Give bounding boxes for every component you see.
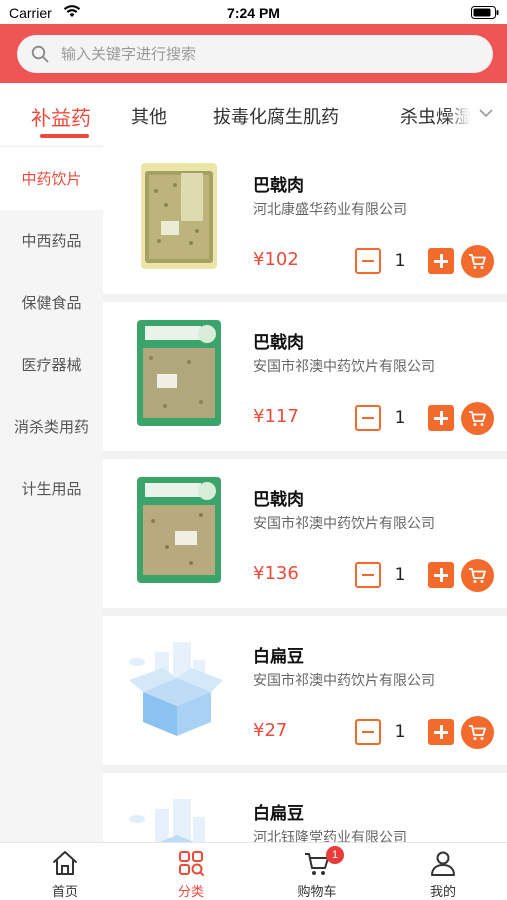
search-icon [31,45,49,63]
active-tab-indicator [40,134,89,138]
product-list[interactable]: 巴戟肉 河北康盛华药业有限公司 ¥102 1 巴戟肉 安国市祁澳中药饮片有限公司… [103,145,507,842]
cart-icon [469,725,486,740]
empty-box-image [115,632,235,742]
cart-icon [469,411,486,426]
nav-home-label: 首页 [51,885,78,900]
product-card[interactable]: 巴戟肉 安国市祁澳中药饮片有限公司 ¥136 1 [103,459,507,608]
sidebar-item-baojian[interactable]: 保健食品 [0,272,103,334]
product-image [141,163,217,269]
decrease-qty-button[interactable] [355,562,381,588]
tab-qita[interactable]: 其他 [131,103,167,129]
sidebar-item-yiliao[interactable]: 医疗器械 [0,334,103,396]
product-manufacturer: 安国市祁澳中药饮片有限公司 [253,516,435,532]
decrease-qty-button[interactable] [355,719,381,745]
product-card[interactable]: 巴戟肉 河北康盛华药业有限公司 ¥102 1 [103,145,507,294]
product-name: 白扁豆 [253,647,304,667]
category-icon [179,851,204,876]
category-tabs: 补益药 其他 拔毒化腐生肌药 杀虫燥湿 [0,83,507,145]
product-manufacturer: 河北康盛华药业有限公司 [253,202,407,218]
nav-category-label: 分类 [177,885,204,900]
quantity-value: 1 [394,565,406,585]
product-card[interactable]: 白扁豆 安国市祁澳中药饮片有限公司 ¥27 1 [103,616,507,765]
tab-badu[interactable]: 拔毒化腐生肌药 [213,103,339,129]
increase-qty-button[interactable] [428,405,454,431]
product-name: 巴戟肉 [253,490,304,510]
increase-qty-button[interactable] [428,248,454,274]
tab-buyi[interactable]: 补益药 [31,102,91,131]
user-icon [431,851,455,876]
sidebar-item-zhongxi[interactable]: 中西药品 [0,210,103,272]
quantity-value: 1 [394,408,406,428]
category-sidebar: 中药饮片 中西药品 保健食品 医疗器械 消杀类用药 计生用品 [0,145,103,842]
nav-mine-label: 我的 [429,885,456,900]
product-price: ¥136 [253,563,299,584]
sidebar-item-jisheng[interactable]: 计生用品 [0,458,103,520]
nav-home[interactable]: 首页 [2,843,128,900]
nav-category[interactable]: 分类 [128,843,254,900]
product-image [137,477,221,583]
increase-qty-button[interactable] [428,562,454,588]
cart-badge: 1 [326,846,344,864]
increase-qty-button[interactable] [428,719,454,745]
home-icon [53,851,77,875]
sidebar-item-zhongyao[interactable]: 中药饮片 [0,148,103,210]
add-to-cart-button[interactable] [461,716,494,749]
decrease-qty-button[interactable] [355,405,381,431]
clock: 7:24 PM [227,5,280,21]
cart-icon [469,568,486,583]
search-bar[interactable] [17,35,493,73]
product-manufacturer: 河北钰隆堂药业有限公司 [253,830,407,842]
product-image [137,320,221,426]
quantity-value: 1 [394,722,406,742]
nav-cart[interactable]: 1 购物车 [254,843,380,900]
empty-box-image [115,789,235,842]
product-manufacturer: 安国市祁澳中药饮片有限公司 [253,359,435,375]
add-to-cart-button[interactable] [461,245,494,278]
add-to-cart-button[interactable] [461,402,494,435]
search-header [0,24,507,83]
product-card[interactable]: 白扁豆 河北钰隆堂药业有限公司 [103,773,507,842]
nav-mine[interactable]: 我的 [380,843,506,900]
tabs-fade [446,83,507,145]
product-name: 白扁豆 [253,804,304,824]
battery-icon [471,6,499,19]
product-price: ¥117 [253,406,299,427]
bottom-nav: 首页 分类 1 购物车 我的 [0,842,507,900]
product-manufacturer: 安国市祁澳中药饮片有限公司 [253,673,435,689]
quantity-value: 1 [394,251,406,271]
product-card[interactable]: 巴戟肉 安国市祁澳中药饮片有限公司 ¥117 1 [103,302,507,451]
product-name: 巴戟肉 [253,333,304,353]
nav-cart-label: 购物车 [297,885,337,900]
decrease-qty-button[interactable] [355,248,381,274]
cart-icon [469,254,486,269]
chevron-down-icon[interactable] [478,107,494,119]
add-to-cart-button[interactable] [461,559,494,592]
sidebar-item-xiaosha[interactable]: 消杀类用药 [0,396,103,458]
search-input[interactable] [61,35,461,73]
status-bar: Carrier 7:24 PM [0,0,507,24]
product-price: ¥102 [253,249,299,270]
product-name: 巴戟肉 [253,176,304,196]
product-price: ¥27 [253,720,288,741]
